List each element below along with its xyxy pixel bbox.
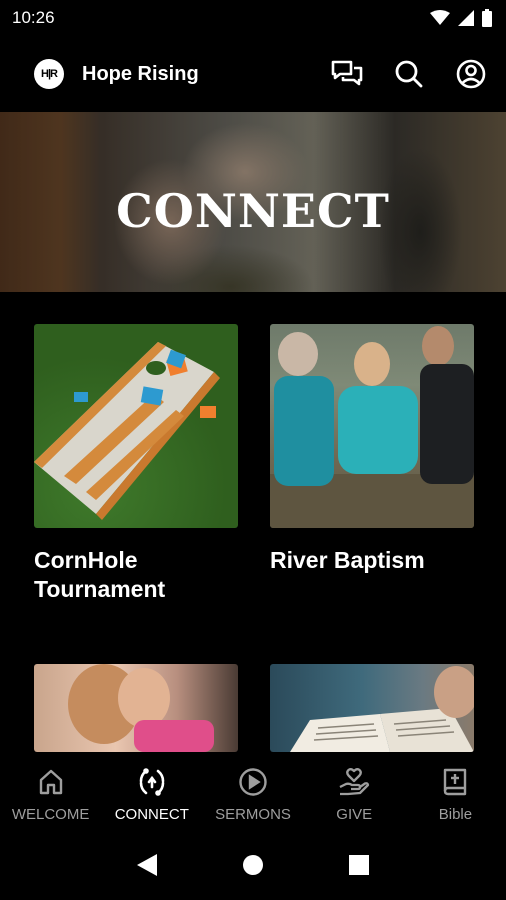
chat-icon [331, 60, 363, 86]
card-river-baptism[interactable]: River Baptism [270, 324, 474, 575]
women-hugging-photo [34, 664, 238, 752]
cornhole-board-photo [34, 324, 238, 528]
back-icon[interactable] [137, 854, 158, 876]
signal-icon [458, 10, 474, 26]
nav-label: Bible [438, 806, 473, 823]
app-title: Hope Rising [82, 62, 199, 85]
nav-label: SERMONS [215, 806, 291, 823]
connect-icon [139, 768, 165, 796]
nav-label: GIVE [336, 806, 373, 823]
card-bible-study[interactable] [270, 664, 474, 752]
status-time: 10:26 [12, 8, 55, 27]
status-icons [430, 9, 492, 27]
bottom-navigation: WELCOME CONNECT SERMONS GIVE Bible [0, 752, 506, 830]
church-logo[interactable]: H|R [34, 59, 64, 89]
nav-bible[interactable]: Bible [405, 752, 506, 830]
recents-icon[interactable] [348, 855, 369, 875]
nav-welcome[interactable]: WELCOME [0, 752, 101, 830]
nav-connect[interactable]: CONNECT [101, 752, 202, 830]
app-bar: H|R Hope Rising [0, 36, 506, 112]
nav-label: CONNECT [114, 806, 189, 823]
system-navigation [0, 830, 506, 900]
river-baptism-photo [270, 324, 474, 528]
chat-button[interactable] [330, 57, 364, 91]
account-button[interactable] [454, 57, 488, 91]
wifi-icon [430, 10, 450, 25]
hero-banner: CONNECT [0, 112, 506, 292]
give-hand-heart-icon [339, 768, 370, 796]
home-circle-icon[interactable] [242, 854, 264, 876]
search-button[interactable] [392, 57, 426, 91]
card-title: CornHole Tournament [34, 547, 166, 602]
bible-icon [444, 768, 467, 796]
account-icon [456, 59, 486, 89]
home-icon [39, 769, 62, 795]
battery-icon [482, 9, 492, 27]
open-bible-photo [270, 664, 474, 752]
hero-title: CONNECT [116, 184, 390, 238]
card-fellowship[interactable] [34, 664, 238, 752]
nav-sermons[interactable]: SERMONS [202, 752, 303, 830]
card-cornhole-tournament[interactable]: CornHole Tournament [34, 324, 238, 604]
search-icon [395, 60, 423, 88]
status-bar: 10:26 [0, 0, 506, 36]
nav-give[interactable]: GIVE [304, 752, 405, 830]
nav-label: WELCOME [11, 806, 90, 823]
play-circle-icon [239, 768, 267, 796]
card-title: River Baptism [270, 547, 425, 573]
